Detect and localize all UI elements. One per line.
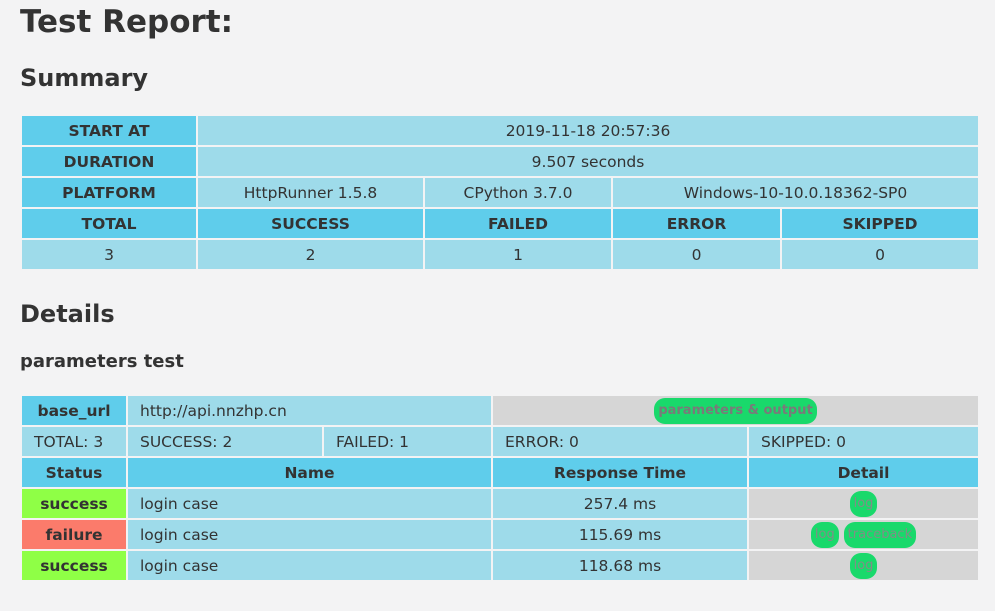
suite-name: parameters test xyxy=(20,351,184,372)
status-badge: failure xyxy=(20,518,128,551)
platform-os: Windows-10-10.0.18362-SP0 xyxy=(611,176,980,209)
table-row: failure login case 115.69 ms log traceba… xyxy=(20,518,980,551)
detail-cell: log xyxy=(747,487,980,520)
base-url-row: base_url http://api.nnzhp.cn parameters … xyxy=(20,394,980,427)
column-status: Status xyxy=(20,456,128,489)
start-at-value: 2019-11-18 20:57:36 xyxy=(196,114,980,147)
case-name: login case xyxy=(126,549,493,582)
summary-stat-values: 3 2 1 0 0 xyxy=(20,238,980,271)
stat-header-success: SUCCESS xyxy=(196,207,425,240)
platform-runner: HttpRunner 1.5.8 xyxy=(196,176,425,209)
params-cell: parameters & output xyxy=(491,394,980,427)
summary-stat-headers: TOTAL SUCCESS FAILED ERROR SKIPPED xyxy=(20,207,980,240)
stat-value-error: 0 xyxy=(611,238,782,271)
column-headers: Status Name Response Time Detail xyxy=(20,456,980,489)
table-row: success login case 257.4 ms log xyxy=(20,487,980,520)
totals-row: TOTAL: 3 SUCCESS: 2 FAILED: 1 ERROR: 0 S… xyxy=(20,425,980,458)
log-button[interactable]: log xyxy=(849,490,878,517)
failed-count: FAILED: 1 xyxy=(322,425,493,458)
stat-value-success: 2 xyxy=(196,238,425,271)
details-heading: Details xyxy=(20,300,115,328)
base-url-label: base_url xyxy=(20,394,128,427)
column-detail: Detail xyxy=(747,456,980,489)
stat-header-total: TOTAL xyxy=(20,207,198,240)
column-response-time: Response Time xyxy=(491,456,749,489)
start-at-label: START AT xyxy=(20,114,198,147)
stat-value-total: 3 xyxy=(20,238,198,271)
status-badge: success xyxy=(20,549,128,582)
response-time: 115.69 ms xyxy=(491,518,749,551)
log-button[interactable]: log xyxy=(849,552,878,579)
parameters-output-button[interactable]: parameters & output xyxy=(654,397,817,424)
duration-label: DURATION xyxy=(20,145,198,178)
response-time: 257.4 ms xyxy=(491,487,749,520)
stat-value-skipped: 0 xyxy=(780,238,980,271)
summary-row-start: START AT 2019-11-18 20:57:36 xyxy=(20,114,980,147)
response-time: 118.68 ms xyxy=(491,549,749,582)
stat-header-error: ERROR xyxy=(611,207,782,240)
details-table: base_url http://api.nnzhp.cn parameters … xyxy=(20,394,980,582)
summary-row-duration: DURATION 9.507 seconds xyxy=(20,145,980,178)
stat-header-failed: FAILED xyxy=(423,207,613,240)
stat-value-failed: 1 xyxy=(423,238,613,271)
log-button[interactable]: log xyxy=(810,521,839,548)
stat-header-skipped: SKIPPED xyxy=(780,207,980,240)
status-badge: success xyxy=(20,487,128,520)
total-count: TOTAL: 3 xyxy=(20,425,128,458)
case-name: login case xyxy=(126,487,493,520)
skipped-count: SKIPPED: 0 xyxy=(747,425,980,458)
summary-table: START AT 2019-11-18 20:57:36 DURATION 9.… xyxy=(20,114,980,271)
page-title: Test Report: xyxy=(20,4,234,40)
platform-python: CPython 3.7.0 xyxy=(423,176,613,209)
detail-cell: log xyxy=(747,549,980,582)
table-row: success login case 118.68 ms log xyxy=(20,549,980,582)
summary-row-platform: PLATFORM HttpRunner 1.5.8 CPython 3.7.0 … xyxy=(20,176,980,209)
success-count: SUCCESS: 2 xyxy=(126,425,324,458)
error-count: ERROR: 0 xyxy=(491,425,749,458)
traceback-button[interactable]: traceback xyxy=(843,521,917,548)
case-name: login case xyxy=(126,518,493,551)
duration-value: 9.507 seconds xyxy=(196,145,980,178)
column-name: Name xyxy=(126,456,493,489)
detail-cell: log traceback xyxy=(747,518,980,551)
platform-label: PLATFORM xyxy=(20,176,198,209)
base-url-value: http://api.nnzhp.cn xyxy=(126,394,493,427)
summary-heading: Summary xyxy=(20,64,149,92)
